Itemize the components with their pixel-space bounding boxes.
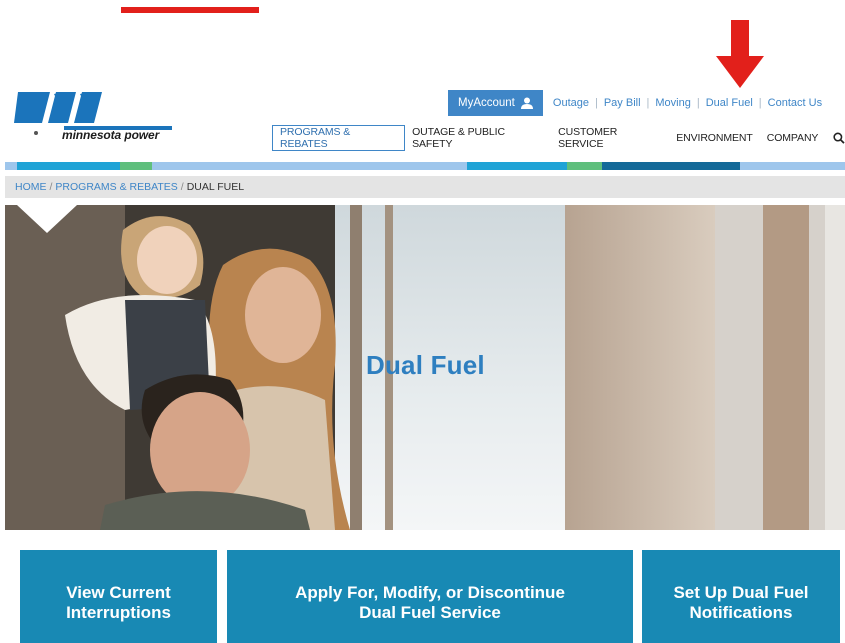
- user-icon: [520, 97, 533, 109]
- nav-outage-public-safety[interactable]: OUTAGE & PUBLIC SAFETY: [405, 125, 551, 151]
- breadcrumb-home[interactable]: HOME: [15, 181, 47, 193]
- separator: |: [696, 97, 700, 109]
- setup-notifications-button[interactable]: Set Up Dual Fuel Notifications: [642, 550, 840, 643]
- cta-label-line: Set Up Dual Fuel: [673, 583, 809, 602]
- cta-label-line: Apply For, Modify, or Discontinue: [295, 583, 565, 602]
- view-interruptions-button[interactable]: View Current Interruptions: [20, 550, 217, 643]
- breadcrumb-separator: /: [49, 181, 53, 193]
- search-icon[interactable]: [833, 132, 845, 144]
- myaccount-button[interactable]: MyAccount: [448, 90, 543, 116]
- annotation-bar: [121, 7, 259, 13]
- down-arrow-icon: [716, 20, 764, 88]
- decorative-stripe: [5, 162, 845, 170]
- cta-label-line: Notifications: [689, 603, 793, 622]
- breadcrumb-current: DUAL FUEL: [186, 181, 245, 193]
- nav-environment[interactable]: ENVIRONMENT: [669, 125, 760, 151]
- nav-customer-service[interactable]: CUSTOMER SERVICE: [551, 125, 669, 151]
- apply-modify-discontinue-button[interactable]: Apply For, Modify, or Discontinue Dual F…: [227, 550, 633, 643]
- utility-nav: MyAccount Outage | Pay Bill | Moving | D…: [448, 90, 822, 116]
- breadcrumb-programs-rebates[interactable]: PROGRAMS & REBATES: [55, 181, 177, 193]
- nav-company[interactable]: COMPANY: [760, 125, 826, 151]
- utility-link-contact-us[interactable]: Contact Us: [768, 97, 822, 109]
- hero-title: Dual Fuel: [366, 350, 485, 380]
- separator: |: [646, 97, 650, 109]
- utility-link-dual-fuel[interactable]: Dual Fuel: [706, 97, 753, 109]
- separator: |: [758, 97, 762, 109]
- separator: |: [594, 97, 598, 109]
- nav-programs-rebates[interactable]: PROGRAMS & REBATES: [272, 125, 406, 151]
- breadcrumb: HOME / PROGRAMS & REBATES / DUAL FUEL: [5, 176, 845, 198]
- utility-link-moving[interactable]: Moving: [655, 97, 690, 109]
- utility-link-outage[interactable]: Outage: [553, 97, 589, 109]
- myaccount-label: MyAccount: [458, 97, 515, 109]
- breadcrumb-separator: /: [180, 181, 184, 193]
- cta-label-line: View Current: [66, 583, 171, 602]
- utility-link-pay-bill[interactable]: Pay Bill: [604, 97, 641, 109]
- brand-name: minnesota power: [62, 128, 160, 142]
- main-nav: PROGRAMS & REBATES OUTAGE & PUBLIC SAFET…: [272, 125, 845, 151]
- cta-label-line: Dual Fuel Service: [359, 603, 501, 622]
- hero-banner: Dual Fuel: [5, 205, 845, 530]
- cta-label-line: Interruptions: [66, 603, 171, 622]
